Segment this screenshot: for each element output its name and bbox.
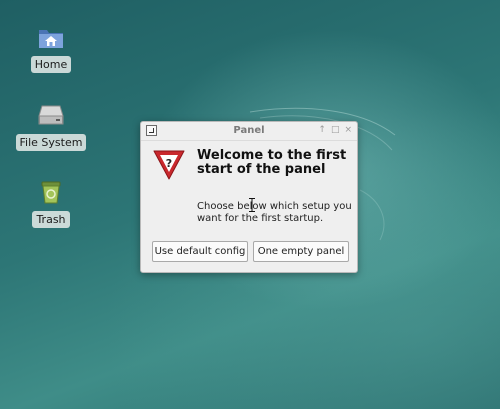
- dialog-heading: Welcome to the first start of the panel: [197, 148, 347, 177]
- window-controls: ↑ □ ×: [318, 124, 352, 136]
- one-empty-panel-button[interactable]: One empty panel: [253, 241, 349, 262]
- close-icon[interactable]: ×: [344, 124, 352, 136]
- panel-welcome-dialog: Panel ↑ □ × ? Welcome to the first start…: [140, 121, 358, 273]
- desktop-icon-trash[interactable]: Trash: [11, 179, 91, 228]
- desktop-icon-label: File System: [15, 134, 87, 151]
- dialog-titlebar[interactable]: Panel ↑ □ ×: [141, 122, 357, 141]
- use-default-config-button[interactable]: Use default config: [152, 241, 248, 262]
- desktop-icon-file-system[interactable]: File System: [11, 102, 91, 151]
- desktop-icon-label: Trash: [32, 211, 70, 228]
- desktop-icon-home[interactable]: Home: [11, 24, 91, 73]
- drive-icon: [38, 105, 64, 125]
- desktop: Home File System Trash Panel ↑ □ × ? Wel…: [0, 0, 500, 409]
- warning-icon: ?: [153, 150, 185, 180]
- home-folder-icon: [39, 30, 63, 48]
- trash-icon: [41, 181, 61, 204]
- dialog-description: Choose below which setup you want for th…: [197, 201, 352, 224]
- desktop-icon-label: Home: [30, 56, 72, 73]
- shade-icon[interactable]: ↑: [318, 124, 326, 136]
- text-cursor-icon: [249, 198, 255, 212]
- maximize-icon[interactable]: □: [331, 124, 340, 136]
- svg-text:?: ?: [166, 157, 172, 170]
